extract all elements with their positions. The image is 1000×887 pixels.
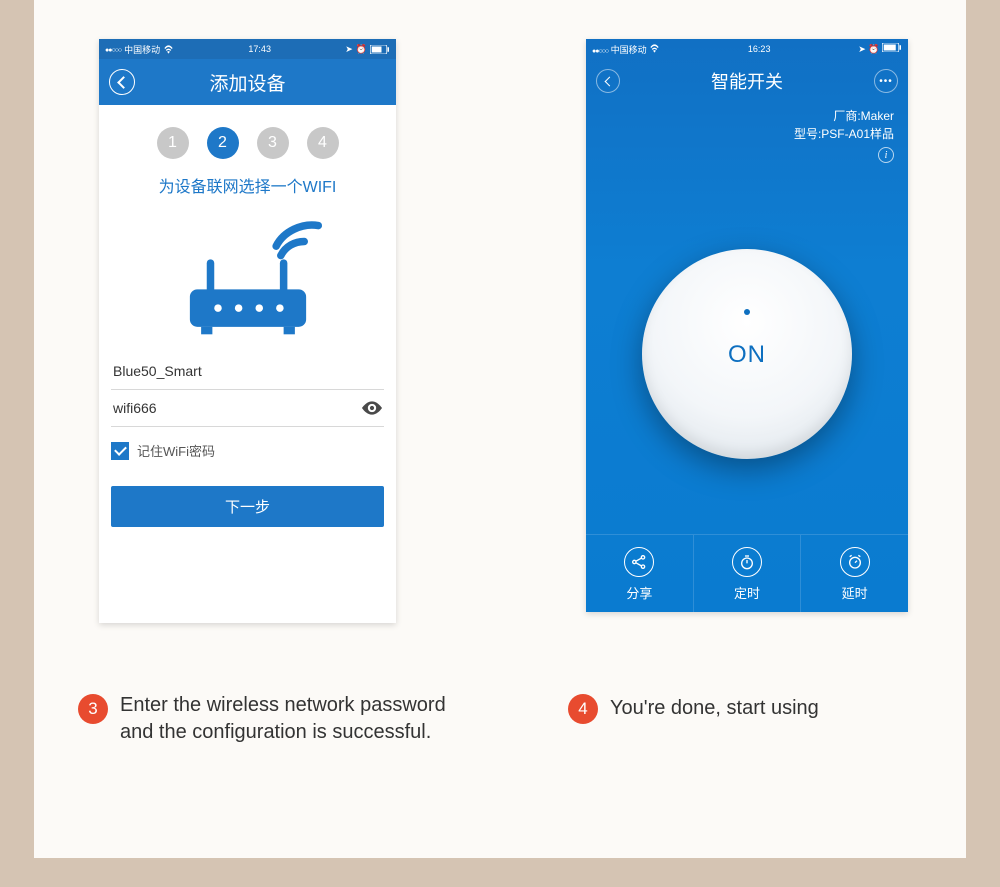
step-indicator: 1 2 3 4 [99, 127, 396, 159]
action-label: 定时 [694, 583, 801, 602]
signal-dots-icon [592, 45, 608, 55]
caption-step-4: 4 You're done, start using [568, 692, 928, 724]
status-bar: 中国移动 16:23 ➤ ⏰ [586, 39, 908, 59]
remember-checkbox[interactable] [111, 442, 129, 460]
caption-text-4: You're done, start using [610, 695, 819, 722]
eye-icon[interactable] [362, 401, 382, 415]
step-3[interactable]: 3 [257, 127, 289, 159]
step-badge-4: 4 [568, 694, 598, 724]
caption-step-3: 3 Enter the wireless network password an… [78, 692, 458, 746]
wifi-subtitle: 为设备联网选择一个WIFI [99, 173, 396, 197]
action-label: 分享 [586, 583, 693, 602]
back-button[interactable] [596, 69, 620, 93]
remember-label: 记住WiFi密码 [137, 441, 215, 460]
router-icon [173, 217, 323, 341]
more-button[interactable] [874, 69, 898, 93]
nav-bar: 智能开关 [586, 59, 908, 103]
battery-icon [882, 43, 902, 52]
vendor-label: 厂商:Maker [586, 107, 894, 125]
dial-state-label: ON [728, 341, 766, 369]
gps-icon: ➤ [345, 44, 353, 55]
info-icon[interactable]: i [878, 147, 894, 163]
carrier-label: 中国移动 [611, 45, 647, 55]
action-timer[interactable]: 定时 [694, 535, 802, 612]
ssid-field[interactable] [111, 353, 384, 390]
wifi-icon [649, 44, 660, 53]
phone-smart-switch: 中国移动 16:23 ➤ ⏰ 智能开关 厂商:Maker 型号:PSF-A01样… [586, 39, 908, 612]
next-button[interactable]: 下一步 [111, 486, 384, 527]
status-time: 16:23 [748, 44, 771, 54]
alarm-clock-icon [840, 547, 870, 577]
canvas: 中国移动 17:43 ➤ ⏰ 添加设备 1 2 3 4 为设备联网选择一个WIF… [34, 0, 966, 858]
alarm-icon: ⏰ [868, 44, 879, 54]
nav-title: 添加设备 [209, 69, 285, 96]
caption-text-3: Enter the wireless network password and … [120, 692, 458, 746]
alarm-icon: ⏰ [356, 44, 367, 55]
gps-icon: ➤ [858, 44, 866, 54]
password-input[interactable] [113, 400, 342, 416]
step-4[interactable]: 4 [307, 127, 339, 159]
device-meta: 厂商:Maker 型号:PSF-A01样品 i [586, 103, 908, 163]
wifi-icon [163, 45, 174, 54]
signal-dots-icon [105, 44, 121, 54]
phone-add-device: 中国移动 17:43 ➤ ⏰ 添加设备 1 2 3 4 为设备联网选择一个WIF… [99, 39, 396, 623]
carrier-label: 中国移动 [124, 43, 160, 56]
share-icon [624, 547, 654, 577]
step-1[interactable]: 1 [157, 127, 189, 159]
bottom-actions: 分享 定时 延时 [586, 534, 908, 612]
action-delay[interactable]: 延时 [801, 535, 908, 612]
step-badge-3: 3 [78, 694, 108, 724]
action-share[interactable]: 分享 [586, 535, 694, 612]
status-bar: 中国移动 17:43 ➤ ⏰ [99, 39, 396, 59]
action-label: 延时 [801, 583, 908, 602]
battery-icon [370, 45, 390, 54]
power-dial[interactable]: ON [642, 249, 852, 459]
remember-row[interactable]: 记住WiFi密码 [111, 441, 384, 460]
step-2[interactable]: 2 [207, 127, 239, 159]
password-field[interactable] [111, 390, 384, 427]
model-label: 型号:PSF-A01样品 [586, 125, 894, 143]
nav-bar: 添加设备 [99, 59, 396, 105]
back-button[interactable] [109, 69, 135, 95]
ssid-input[interactable] [113, 363, 342, 379]
stopwatch-icon [732, 547, 762, 577]
nav-title: 智能开关 [711, 68, 783, 94]
status-time: 17:43 [248, 44, 271, 54]
dial-indicator-dot [744, 309, 750, 315]
